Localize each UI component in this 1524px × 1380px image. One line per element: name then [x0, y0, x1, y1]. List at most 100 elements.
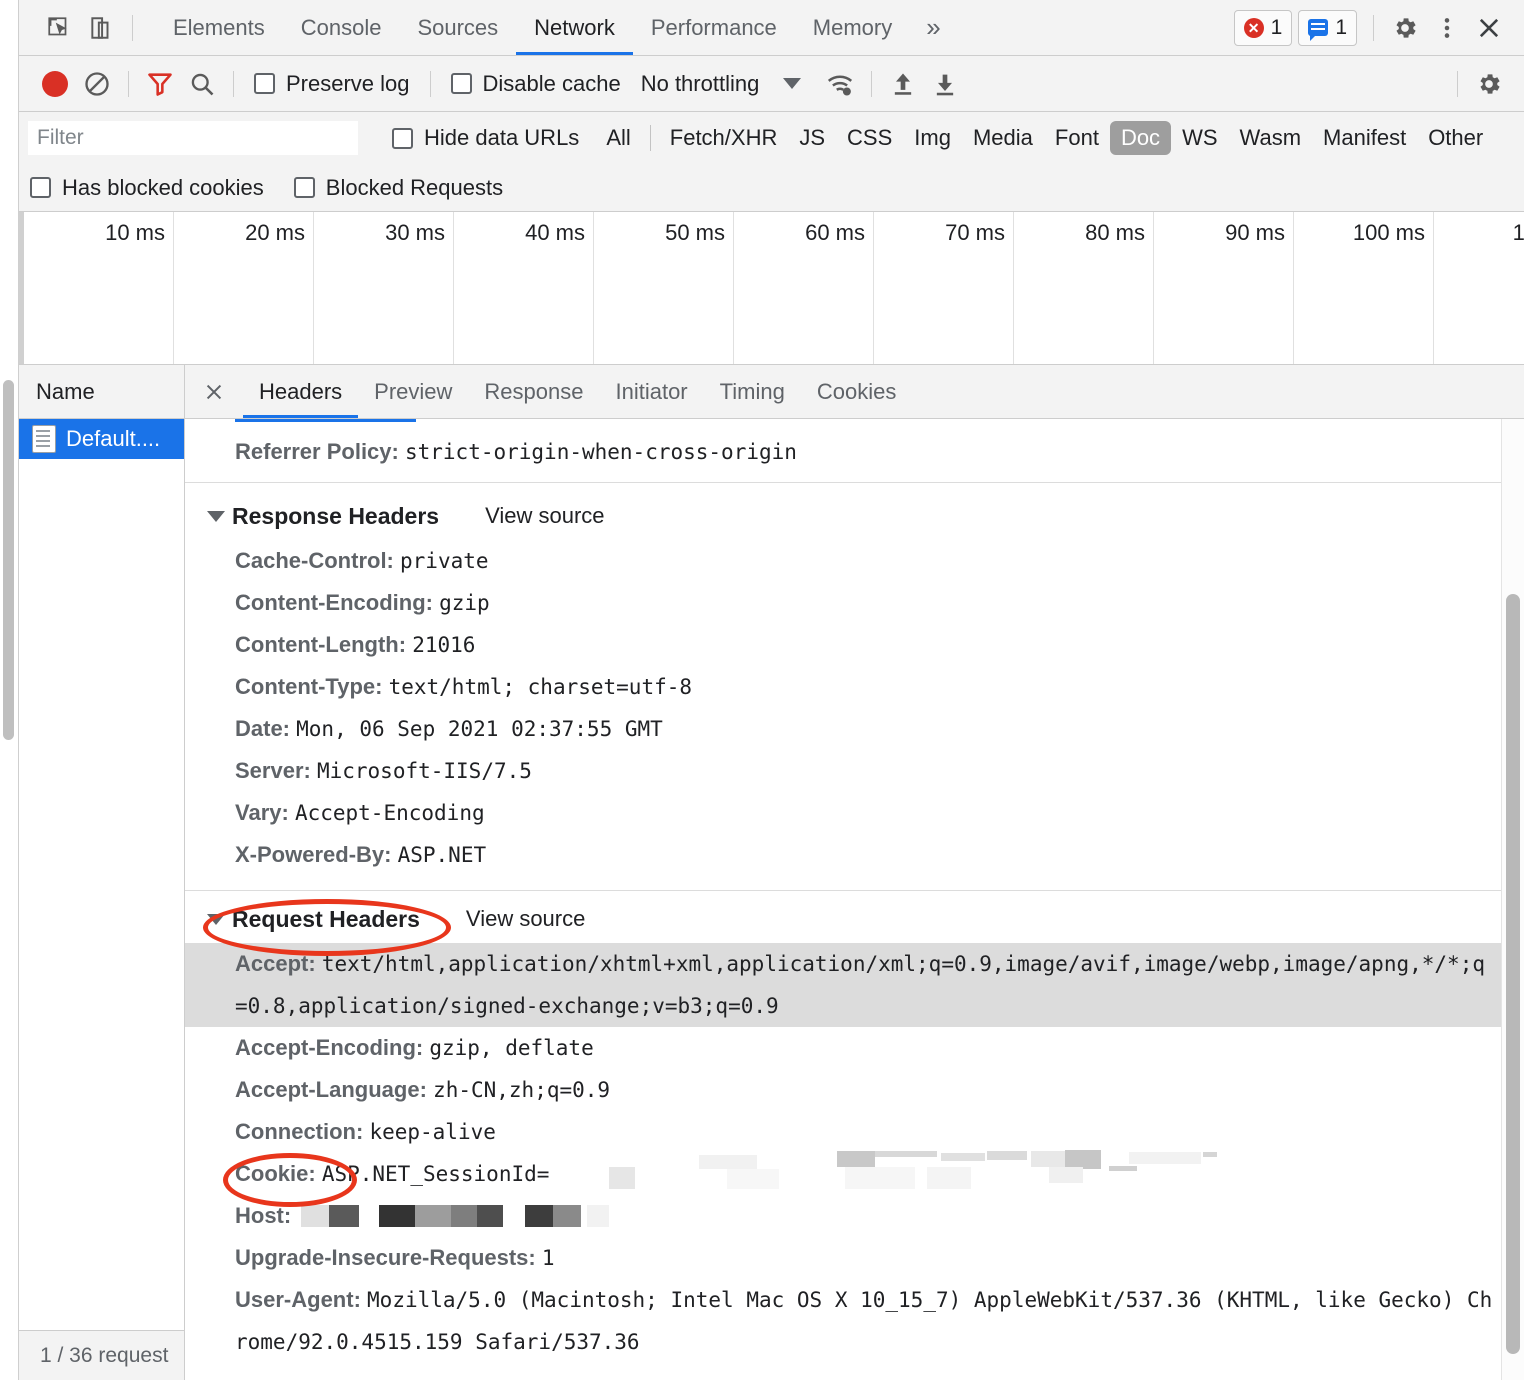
close-details-icon[interactable] [185, 365, 243, 418]
more-tabs-glyph: » [926, 12, 941, 42]
header-value: 1 [541, 1246, 555, 1270]
message-counter[interactable]: 1 [1298, 9, 1357, 46]
network-conditions-icon[interactable] [819, 63, 861, 105]
network-overview-timeline[interactable]: 10 ms 20 ms 30 ms 40 ms 50 ms 60 ms 70 m… [18, 212, 1524, 365]
error-counter[interactable]: ✕ 1 [1233, 9, 1293, 46]
chip-manifest[interactable]: Manifest [1312, 121, 1417, 155]
request-list-header[interactable]: Name [18, 365, 184, 419]
tab-response[interactable]: Response [468, 365, 599, 418]
tab-timing[interactable]: Timing [704, 365, 801, 418]
chip-css[interactable]: CSS [836, 121, 903, 155]
download-har-icon[interactable] [924, 63, 966, 105]
clear-icon[interactable] [76, 63, 118, 105]
chip-img[interactable]: Img [903, 121, 962, 155]
panel-tabs: Elements Console Sources Network Perform… [155, 0, 957, 55]
chevron-down-icon[interactable] [783, 78, 802, 89]
filter-funnel-icon[interactable] [139, 63, 181, 105]
tab-sources[interactable]: Sources [399, 0, 516, 55]
request-row[interactable]: Default.... [18, 419, 184, 459]
response-header-row: Server: Microsoft-IIS/7.5 [185, 750, 1524, 792]
disable-cache-checkbox[interactable]: Disable cache [441, 71, 631, 97]
tab-elements[interactable]: Elements [155, 0, 283, 55]
chip-fetch-xhr-label: Fetch/XHR [669, 125, 778, 150]
document-icon [32, 425, 56, 453]
chip-font-label: Font [1054, 125, 1099, 150]
request-view-source-link[interactable]: View source [466, 906, 585, 932]
request-headers-section-header[interactable]: Request Headers View source [185, 895, 1524, 943]
throttling-value: No throttling [640, 70, 760, 96]
tab-timing-label: Timing [719, 378, 785, 404]
chip-other-label: Other [1428, 125, 1484, 150]
hide-data-urls-checkbox[interactable]: Hide data URLs [382, 125, 589, 151]
chip-manifest-label: Manifest [1323, 125, 1407, 150]
header-name: Accept-Encoding: [235, 1035, 424, 1060]
chip-wasm[interactable]: Wasm [1229, 121, 1313, 155]
message-icon [1308, 19, 1329, 41]
header-value: 21016 [412, 633, 476, 657]
search-icon[interactable] [181, 63, 223, 105]
tab-initiator[interactable]: Initiator [599, 365, 703, 418]
triangle-expanded-icon[interactable] [207, 510, 225, 522]
blocked-requests-box [293, 177, 315, 198]
chip-js[interactable]: JS [788, 121, 836, 155]
chip-ws[interactable]: WS [1171, 121, 1228, 155]
device-toolbar-icon[interactable] [80, 7, 122, 49]
tick-label: 90 ms [1225, 220, 1285, 245]
inspect-element-icon[interactable] [38, 7, 80, 49]
triangle-expanded-icon[interactable] [207, 913, 225, 925]
tab-network[interactable]: Network [516, 0, 633, 55]
tab-preview-label: Preview [374, 378, 453, 404]
gear-icon[interactable] [1384, 7, 1426, 49]
record-button[interactable] [34, 63, 76, 105]
close-icon[interactable] [1468, 7, 1510, 49]
chip-media[interactable]: Media [962, 121, 1044, 155]
preserve-log-label: Preserve log [286, 70, 410, 96]
filter-input[interactable] [28, 121, 358, 155]
chip-all[interactable]: All [595, 121, 641, 155]
header-value: Microsoft-IIS/7.5 [316, 759, 532, 783]
details-scrollbar-thumb[interactable] [1506, 594, 1520, 1354]
kebab-menu-icon[interactable] [1426, 7, 1468, 49]
response-view-source-link[interactable]: View source [485, 503, 604, 529]
response-headers-section-header[interactable]: Response Headers View source [185, 492, 1524, 540]
request-details-pane: Headers Preview Response Initiator Timin… [185, 365, 1524, 1380]
request-status-bar: 1 / 36 request [18, 1330, 184, 1380]
referrer-policy-row: Referrer Policy: strict-origin-when-cros… [185, 431, 1524, 473]
network-settings-gear-icon[interactable] [1468, 63, 1510, 105]
tab-console[interactable]: Console [283, 0, 400, 55]
tab-performance[interactable]: Performance [633, 0, 795, 55]
tick-label: 70 ms [945, 220, 1005, 245]
headers-content[interactable]: Remote Address: 10.5.210.45:80 Referrer … [185, 419, 1524, 1380]
tabbar-right-divider [1373, 14, 1374, 41]
tab-cookies[interactable]: Cookies [801, 365, 912, 418]
chip-doc-label: Doc [1120, 125, 1161, 150]
toolbar-divider-3 [429, 70, 431, 97]
preserve-log-checkbox[interactable]: Preserve log [244, 71, 420, 97]
network-toolbar: Preserve log Disable cache No throttling [0, 56, 1524, 112]
timeline-tick: 10 ms [18, 212, 174, 364]
filter-bar: Hide data URLs All Fetch/XHR JS CSS Img … [0, 112, 1524, 164]
blocked-requests-checkbox[interactable]: Blocked Requests [293, 175, 513, 201]
response-headers-title: Response Headers [232, 502, 440, 529]
chip-fetch-xhr[interactable]: Fetch/XHR [659, 121, 789, 155]
cookie-label: Cookie: [235, 1161, 316, 1186]
more-tabs-icon[interactable]: » [910, 0, 956, 55]
throttling-select[interactable]: No throttling [631, 71, 760, 97]
cookie-value-prefix: ASP.NET_SessionId= [321, 1162, 550, 1186]
upload-har-icon[interactable] [882, 63, 924, 105]
chip-font[interactable]: Font [1044, 121, 1110, 155]
chip-doc[interactable]: Doc [1109, 121, 1172, 155]
tab-preview[interactable]: Preview [358, 365, 468, 418]
resource-type-chips: All Fetch/XHR JS CSS Img Media Font Doc … [595, 121, 1494, 155]
host-value-redaction [301, 1205, 621, 1229]
page-scrollbar-thumb[interactable] [3, 380, 14, 740]
header-name: Content-Type: [235, 674, 383, 699]
devtools-tab-bar: Elements Console Sources Network Perform… [0, 0, 1524, 56]
chip-other[interactable]: Other [1417, 121, 1494, 155]
tab-headers[interactable]: Headers [243, 365, 359, 418]
record-dot-icon [42, 70, 68, 97]
header-name: Connection: [235, 1119, 364, 1144]
request-list-body[interactable]: Default.... [18, 419, 184, 1330]
tab-memory[interactable]: Memory [795, 0, 910, 55]
has-blocked-cookies-checkbox[interactable]: Has blocked cookies [30, 175, 274, 201]
